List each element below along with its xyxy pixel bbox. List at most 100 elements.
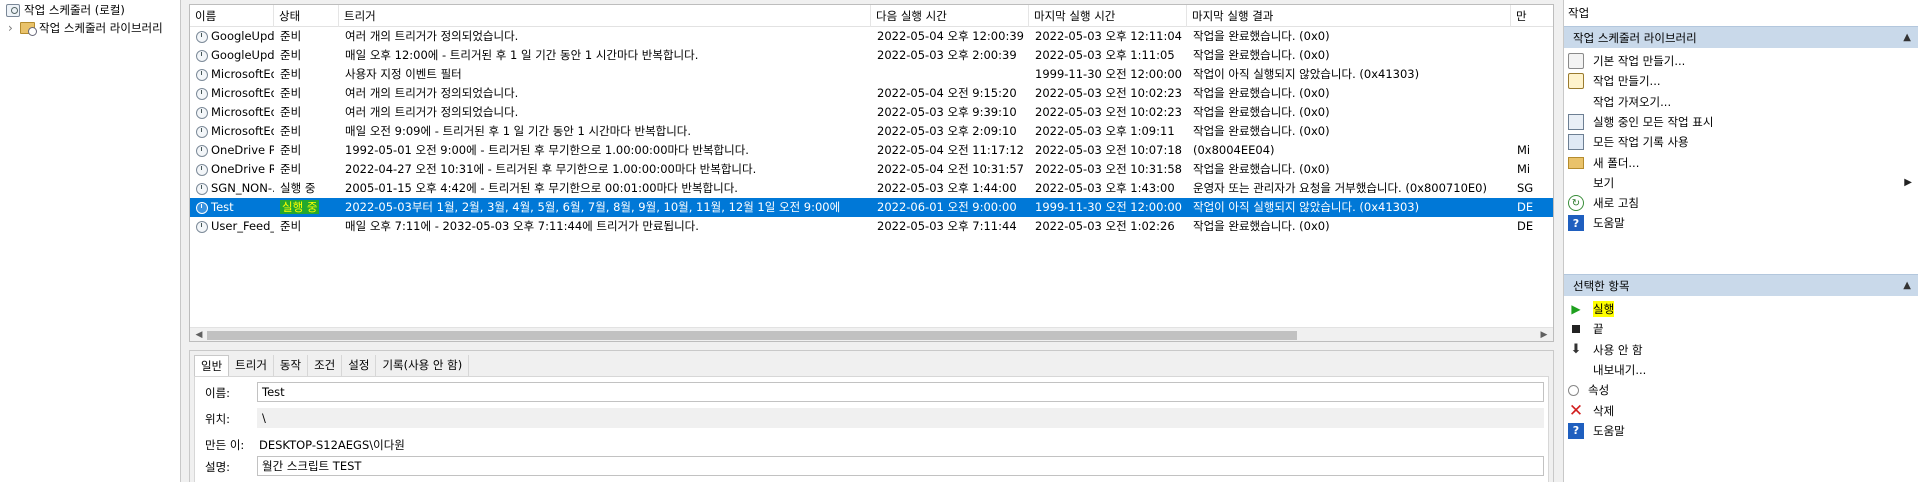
- task-last-result: 작업을 완료했습니다. (0x0): [1193, 105, 1330, 119]
- tree-item-root[interactable]: 작업 스케줄러 (로컬): [0, 1, 181, 19]
- name-field[interactable]: Test: [257, 382, 1544, 402]
- run-icon: ▶: [1571, 302, 1581, 316]
- action-lib-8[interactable]: ? 도움말: [1568, 212, 1916, 234]
- location-field: \: [257, 408, 1544, 428]
- task-name: OneDrive Pe...: [211, 143, 274, 157]
- task-next-run: [871, 65, 1029, 84]
- action-sel-4[interactable]: 속성: [1568, 379, 1916, 401]
- column-header-name[interactable]: 이름: [190, 5, 274, 27]
- action-label: 속성: [1588, 383, 1610, 398]
- description-field[interactable]: 월간 스크립트 TEST: [257, 456, 1544, 476]
- task-rows: GoogleUpda... 준비 여러 개의 트리거가 정의되었습니다. 2022-0…: [190, 27, 1553, 236]
- task-name-cell: OneDrive Re...: [190, 160, 274, 179]
- action-lib-4[interactable]: 모든 작업 기록 사용: [1568, 131, 1916, 153]
- collapse-caret-icon[interactable]: ▲: [1903, 280, 1911, 291]
- action-sel-5[interactable]: ✕ 삭제: [1568, 400, 1916, 422]
- task-last-run: 1999-11-30 오전 12:00:00: [1035, 67, 1182, 81]
- table-row[interactable]: MicrosoftEd... 준비 사용자 지정 이벤트 필터 1999-11-30 …: [190, 65, 1553, 84]
- task-name-cell: MicrosoftEd...: [190, 84, 274, 103]
- task-next-run: 2022-05-04 오전 10:31:57: [877, 162, 1024, 176]
- scroll-left-icon[interactable]: ◀: [192, 330, 206, 341]
- action-sel-3[interactable]: 내보내기...: [1568, 359, 1916, 381]
- task-next-run: 2022-05-04 오후 12:00:39: [877, 29, 1024, 43]
- expand-chevron-icon[interactable]: ›: [8, 21, 20, 35]
- action-label: 사용 안 함: [1593, 342, 1643, 357]
- action-lib-7[interactable]: ↻ 새로 고침: [1568, 192, 1916, 214]
- task-next-run: 2022-06-01 오전 9:00:00: [877, 200, 1017, 214]
- delete-icon: ✕: [1568, 400, 1584, 421]
- action-sel-0[interactable]: ▶ 실행: [1568, 298, 1916, 320]
- tree-item-library[interactable]: › 작업 스케줄러 라이브러리: [0, 19, 181, 37]
- task-name: User_Feed_S...: [211, 219, 274, 233]
- column-header-last-run[interactable]: 마지막 실행 시간: [1029, 5, 1187, 27]
- location-label: 위치:: [205, 412, 231, 426]
- task-last-run: 2022-05-03 오후 1:11:05: [1035, 48, 1175, 62]
- general-tab-body: 이름: Test 위치: \ 만든 이: DESKTOP-S12AEGS\이다원…: [194, 376, 1549, 482]
- collapse-caret-icon[interactable]: ▲: [1903, 32, 1911, 43]
- action-label: 모든 작업 기록 사용: [1593, 135, 1689, 150]
- section-selected-header[interactable]: 선택한 항목 ▲: [1564, 274, 1918, 296]
- action-lib-3[interactable]: 실행 중인 모든 작업 표시: [1568, 111, 1916, 133]
- task-status: 준비: [280, 219, 302, 233]
- scroll-thumb[interactable]: [207, 331, 1297, 340]
- task-name-cell: OneDrive Pe...: [190, 141, 274, 160]
- column-header-next-run[interactable]: 다음 실행 시간: [871, 5, 1029, 27]
- table-row[interactable]: OneDrive Pe... 준비 1992-05-01 오전 9:00에 - 트리…: [190, 141, 1553, 160]
- scroll-right-icon[interactable]: ▶: [1537, 330, 1551, 341]
- task-trigger: 여러 개의 트리거가 정의되었습니다.: [345, 105, 519, 119]
- task-next-run: 2022-05-03 오후 2:00:39: [877, 48, 1017, 62]
- column-header-triggers[interactable]: 트리거: [339, 5, 871, 27]
- action-label: 실행: [1593, 301, 1615, 317]
- table-row[interactable]: MicrosoftEd... 준비 매일 오전 9:09에 - 트리거된 후 1 일…: [190, 122, 1553, 141]
- task-clock-icon: [196, 49, 208, 62]
- blank-icon: [1568, 175, 1584, 191]
- task-status: 준비: [280, 105, 302, 119]
- action-sel-1[interactable]: 끝: [1568, 318, 1916, 340]
- table-row[interactable]: Test 실행 중 2022-05-03부터 1월, 2월, 3월, 4월, 5월,…: [190, 198, 1553, 217]
- task-name-cell: MicrosoftEd...: [190, 65, 274, 84]
- tab-2[interactable]: 동작: [274, 355, 309, 376]
- tab-4[interactable]: 설정: [342, 355, 377, 376]
- action-sel-6[interactable]: ? 도움말: [1568, 420, 1916, 442]
- task-author: Mi: [1517, 143, 1531, 157]
- task-trigger: 매일 오후 12:00에 - 트리거된 후 1 일 기간 동안 1 시간마다 반…: [345, 48, 699, 62]
- task-name-cell: GoogleUpda...: [190, 27, 274, 46]
- tab-5[interactable]: 기록(사용 안 함): [376, 355, 470, 376]
- section-library-header[interactable]: 작업 스케줄러 라이브러리 ▲: [1564, 26, 1918, 48]
- column-header-last-result[interactable]: 마지막 실행 결과: [1187, 5, 1511, 27]
- submenu-arrow-icon: ▶: [1904, 177, 1912, 189]
- history-icon: [1568, 134, 1584, 151]
- column-header-author[interactable]: 만: [1511, 5, 1553, 27]
- table-row[interactable]: MicrosoftEd... 준비 여러 개의 트리거가 정의되었습니다. 2022-…: [190, 103, 1553, 122]
- action-sel-2[interactable]: ⬇ 사용 안 함: [1568, 339, 1916, 361]
- actions-pane: 작업 작업 스케줄러 라이브러리 ▲ 기본 작업 만들기... 작업 만들기...…: [1563, 0, 1918, 482]
- column-header-status[interactable]: 상태: [274, 5, 339, 27]
- task-author: [1511, 46, 1553, 65]
- action-lib-6[interactable]: 보기 ▶: [1568, 172, 1916, 194]
- table-row[interactable]: MicrosoftEd... 준비 여러 개의 트리거가 정의되었습니다. 2022-…: [190, 84, 1553, 103]
- table-row[interactable]: OneDrive Re... 준비 2022-04-27 오전 10:31에 - 트…: [190, 160, 1553, 179]
- task-name: GoogleUpda...: [211, 29, 274, 43]
- task-author: SG: [1517, 181, 1534, 195]
- folder-icon: [1568, 156, 1584, 169]
- table-row[interactable]: GoogleUpda... 준비 여러 개의 트리거가 정의되었습니다. 2022-0…: [190, 27, 1553, 46]
- action-lib-0[interactable]: 기본 작업 만들기...: [1568, 50, 1916, 72]
- table-row[interactable]: GoogleUpda... 준비 매일 오후 12:00에 - 트리거된 후 1 일…: [190, 46, 1553, 65]
- action-lib-5[interactable]: 새 폴더...: [1568, 152, 1916, 174]
- properties-icon: [1568, 384, 1579, 396]
- task-next-run: 2022-05-03 오후 1:44:00: [877, 181, 1017, 195]
- task-clock-icon: [196, 182, 208, 195]
- refresh-icon: ↻: [1568, 195, 1584, 212]
- tab-1[interactable]: 트리거: [229, 355, 274, 376]
- navigation-tree: 작업 스케줄러 (로컬) › 작업 스케줄러 라이브러리: [0, 0, 181, 482]
- horizontal-scrollbar[interactable]: ◀ ▶: [190, 327, 1553, 341]
- action-lib-1[interactable]: 작업 만들기...: [1568, 70, 1916, 92]
- table-row[interactable]: SGN_NON-... 실행 중 2005-01-15 오후 4:42에 - 트리거…: [190, 179, 1553, 198]
- task-author: DE: [1517, 219, 1534, 233]
- tab-0[interactable]: 일반: [194, 355, 230, 376]
- action-label: 도움말: [1593, 423, 1625, 438]
- tab-3[interactable]: 조건: [308, 355, 343, 376]
- action-lib-2[interactable]: 작업 가져오기...: [1568, 91, 1916, 113]
- table-row[interactable]: User_Feed_S... 준비 매일 오후 7:11에 - 2032-05-03…: [190, 217, 1553, 236]
- task-author: [1511, 122, 1553, 141]
